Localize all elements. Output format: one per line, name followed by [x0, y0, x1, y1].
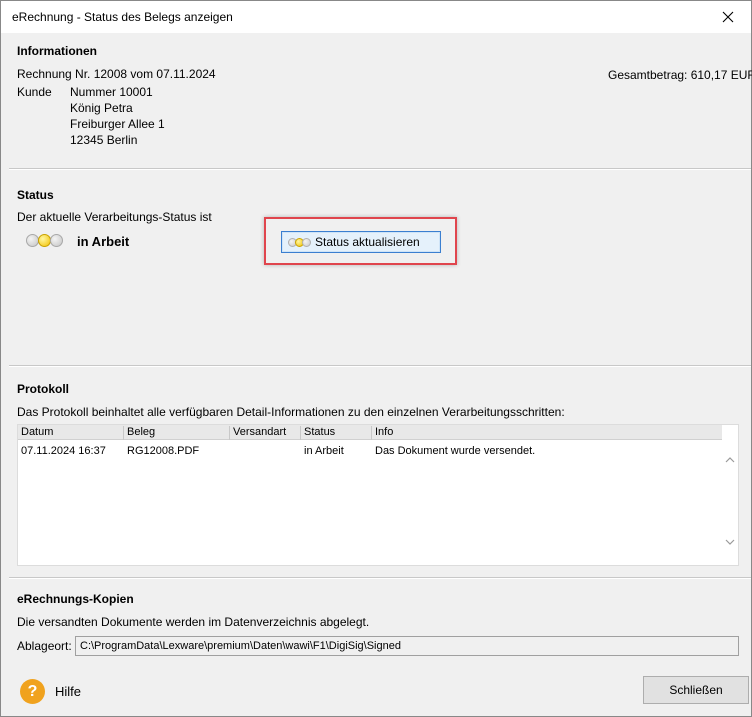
divider-informationen	[9, 168, 751, 170]
close-dialog-button[interactable]: Schließen	[643, 676, 749, 704]
informationen-heading: Informationen	[17, 44, 97, 58]
vertical-scrollbar[interactable]	[722, 425, 738, 565]
column-header-info[interactable]: Info	[372, 426, 723, 440]
rechnung-line: Rechnung Nr. 12008 vom 07.11.2024	[17, 67, 216, 81]
status-heading: Status	[17, 188, 54, 202]
column-header-versandart[interactable]: Versandart	[230, 426, 301, 440]
traffic-light-icon	[26, 234, 63, 247]
dialog-window: eRechnung - Status des Belegs anzeigen I…	[0, 0, 752, 717]
help-link[interactable]: Hilfe	[55, 684, 81, 699]
status-description: Der aktuelle Verarbeitungs-Status ist	[17, 210, 212, 224]
update-status-button[interactable]: Status aktualisieren	[281, 231, 441, 253]
scroll-down-icon[interactable]	[725, 537, 735, 547]
column-header-beleg[interactable]: Beleg	[124, 426, 230, 440]
protokoll-heading: Protokoll	[17, 382, 70, 396]
kopien-heading: eRechnungs-Kopien	[17, 592, 134, 606]
kunde-label: Kunde	[17, 85, 52, 99]
help-icon[interactable]: ?	[20, 679, 45, 704]
gesamtbetrag: Gesamtbetrag: 610,17 EUR	[608, 68, 752, 82]
kopien-description: Die versandten Dokumente werden im Daten…	[17, 615, 370, 629]
update-status-label: Status aktualisieren	[315, 235, 420, 249]
title-bar: eRechnung - Status des Belegs anzeigen	[1, 1, 751, 33]
window-title: eRechnung - Status des Belegs anzeigen	[12, 10, 233, 24]
close-icon	[722, 11, 734, 23]
column-header-status[interactable]: Status	[301, 426, 372, 440]
cell-status: in Arbeit	[304, 445, 344, 457]
cell-beleg: RG12008.PDF	[127, 445, 200, 457]
divider-protokoll	[9, 577, 751, 579]
kunde-nummer: Nummer 10001	[70, 85, 153, 99]
column-header-datum[interactable]: Datum	[18, 426, 124, 440]
traffic-light-small-icon	[288, 237, 311, 247]
protokoll-description: Das Protokoll beinhaltet alle verfügbare…	[17, 405, 565, 419]
cell-datum: 07.11.2024 16:37	[21, 445, 106, 457]
protokoll-table[interactable]: Datum Beleg Versandart Status Info 07.11…	[17, 424, 739, 566]
light-gray-icon	[50, 234, 63, 247]
ablageort-field[interactable]: C:\ProgramData\Lexware\premium\Daten\waw…	[75, 636, 739, 656]
scroll-up-icon[interactable]	[725, 455, 735, 465]
kunde-name: König Petra	[70, 101, 133, 115]
footer-bar	[1, 668, 751, 716]
ablageort-label: Ablageort:	[17, 639, 72, 653]
current-status: in Arbeit	[77, 234, 130, 249]
cell-info: Das Dokument wurde versendet.	[375, 445, 536, 457]
window-close-button[interactable]	[705, 1, 751, 33]
kunde-ort: 12345 Berlin	[70, 133, 138, 147]
kunde-strasse: Freiburger Allee 1	[70, 117, 165, 131]
divider-status	[9, 365, 751, 367]
table-header: Datum Beleg Versandart Status Info	[18, 425, 723, 440]
